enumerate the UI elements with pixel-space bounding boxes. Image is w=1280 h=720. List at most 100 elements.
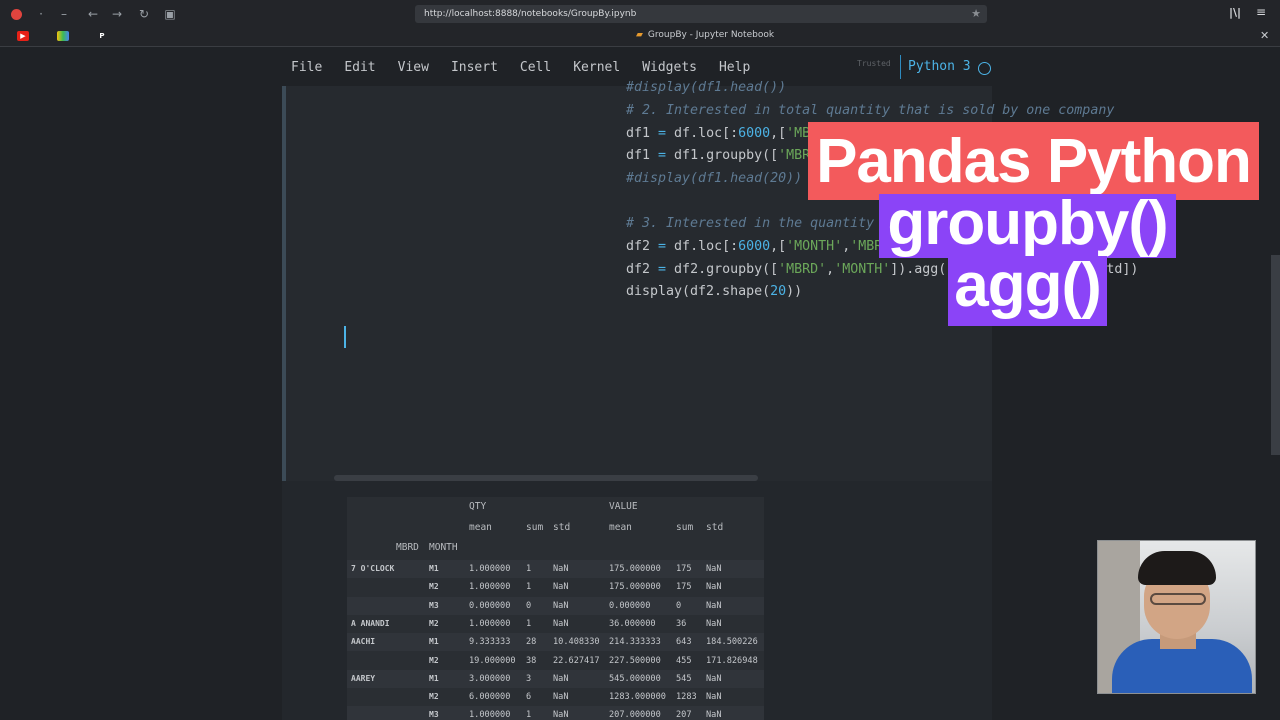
tab-groupby[interactable]: ▰ GroupBy - Jupyter Notebook <box>636 30 774 40</box>
table-cell: NaN <box>706 618 722 629</box>
table-cell: 36.000000 <box>609 618 656 629</box>
bookmark-star-icon[interactable]: ★ <box>971 5 981 23</box>
table-cell: 545 <box>676 673 692 684</box>
code-line: #display(df1.head()) <box>626 80 787 95</box>
table-cell: 0.000000 <box>609 600 651 611</box>
table-cell: 214.333333 <box>609 637 661 648</box>
table-cell: NaN <box>553 673 569 684</box>
table-cell: 38 <box>526 655 537 666</box>
presenter-glasses <box>1150 593 1206 605</box>
row-label-month: M1 <box>429 673 439 683</box>
table-cell: 19.000000 <box>469 655 516 666</box>
menu-help[interactable]: Help <box>719 60 750 75</box>
table-cell: 22.627417 <box>553 655 600 666</box>
table-cell: 6.000000 <box>469 692 511 703</box>
title-banner-purple: groupby() <box>879 189 1176 258</box>
code-line: #display(df1.head(20)) <box>626 171 803 186</box>
menubar: File Edit View Insert Cell Kernel Widget… <box>291 60 772 75</box>
table-cell: NaN <box>553 618 569 629</box>
table-cell: 1283 <box>676 692 697 703</box>
row-label-month: M3 <box>429 600 439 610</box>
table-cell: NaN <box>706 710 722 720</box>
row-label-mbrd: A ANANDI <box>351 618 390 628</box>
table-cell: NaN <box>553 582 569 593</box>
table-cell: NaN <box>706 673 722 684</box>
forward-icon[interactable]: → <box>109 6 125 22</box>
menu-cell[interactable]: Cell <box>520 60 551 75</box>
close-window-icon[interactable] <box>11 9 22 20</box>
row-label-mbrd: 7 O'CLOCK <box>351 564 395 573</box>
header-mean: mean <box>609 522 632 533</box>
table-cell: 545.000000 <box>609 673 661 684</box>
table-cell: 0 <box>676 600 682 611</box>
header-mean: mean <box>469 522 492 533</box>
table-cell: 3.000000 <box>469 673 511 684</box>
table-cell: 175 <box>676 564 692 574</box>
code-line: # 2. Interested in total quantity that i… <box>626 103 1115 118</box>
kernel-divider <box>900 55 901 79</box>
table-cell: 227.500000 <box>609 655 661 666</box>
table-cell: 1 <box>526 710 532 720</box>
table-cell: 3 <box>526 673 532 684</box>
menu-kernel[interactable]: Kernel <box>573 60 620 75</box>
menu-view[interactable]: View <box>398 60 429 75</box>
header-sum: sum <box>526 522 544 533</box>
header-sum: sum <box>676 522 694 533</box>
table-cell: 1.000000 <box>469 710 511 720</box>
index-header-month: MONTH <box>429 542 458 553</box>
trusted-indicator[interactable]: Trusted <box>857 59 891 68</box>
table-cell: 455 <box>676 655 692 666</box>
menu-widgets[interactable]: Widgets <box>642 60 697 75</box>
table-cell: 1 <box>526 582 532 593</box>
notebook-icon: ▰ <box>636 30 643 40</box>
youtube-bookmark-icon[interactable]: ▶ <box>17 31 29 41</box>
menu-insert[interactable]: Insert <box>451 60 498 75</box>
row-label-month: M1 <box>429 637 439 647</box>
header-std: std <box>553 522 571 533</box>
drive-bookmark-icon[interactable] <box>57 31 69 41</box>
reload-icon[interactable]: ↻ <box>136 6 152 22</box>
table-cell: 0 <box>526 600 532 611</box>
url-text: http://localhost:8888/notebooks/GroupBy.… <box>424 9 637 19</box>
back-icon[interactable]: ← <box>85 6 101 22</box>
title-banner-purple-small: agg() <box>948 251 1107 326</box>
row-label-month: M1 <box>429 564 439 573</box>
tab-title: GroupBy - Jupyter Notebook <box>647 30 775 40</box>
table-cell: 175.000000 <box>609 582 661 593</box>
menu-file[interactable]: File <box>291 60 322 75</box>
index-header-mbrd: MBRD <box>396 542 419 553</box>
table-cell: 1.000000 <box>469 618 511 629</box>
table-cell: 9.333333 <box>469 637 511 648</box>
title-line-2: groupby() <box>887 189 1168 258</box>
library-icon[interactable]: |\| <box>1229 6 1241 19</box>
maximize-icon[interactable]: – <box>56 6 72 22</box>
table-cell: NaN <box>553 600 569 611</box>
table-cell: 175 <box>676 582 692 593</box>
menu-icon[interactable]: ≡ <box>1256 5 1266 19</box>
minimize-icon[interactable]: · <box>33 6 49 22</box>
table-cell: 184.500226 <box>706 637 758 648</box>
table-cell: 171.826948 <box>706 655 758 666</box>
table-cell: NaN <box>706 600 722 611</box>
table-cell: 1 <box>526 564 532 574</box>
vertical-scrollbar[interactable] <box>1271 255 1280 455</box>
table-cell: NaN <box>706 582 722 593</box>
row-label-month: M2 <box>429 582 439 592</box>
address-bar[interactable]: http://localhost:8888/notebooks/GroupBy.… <box>415 5 987 23</box>
menu-edit[interactable]: Edit <box>344 60 375 75</box>
text-cursor <box>344 326 346 348</box>
row-label-month: M2 <box>429 655 439 665</box>
table-cell: 0.000000 <box>469 600 511 611</box>
p-bookmark-icon[interactable]: P <box>96 31 108 41</box>
screenshot-icon[interactable]: ▣ <box>162 6 178 22</box>
output-table: QTY VALUE mean sum std mean sum std MBRD… <box>347 497 764 720</box>
table-cell: 36 <box>676 618 687 629</box>
left-margin <box>0 86 282 720</box>
table-cell: NaN <box>706 564 722 574</box>
kernel-name[interactable]: Python 3 <box>908 59 971 74</box>
row-label-mbrd: AACHI <box>351 637 376 647</box>
kernel-status-icon <box>978 62 991 75</box>
close-tab-icon[interactable]: ✕ <box>1260 29 1269 42</box>
header-std: std <box>706 522 724 533</box>
row-label-month: M2 <box>429 618 439 628</box>
